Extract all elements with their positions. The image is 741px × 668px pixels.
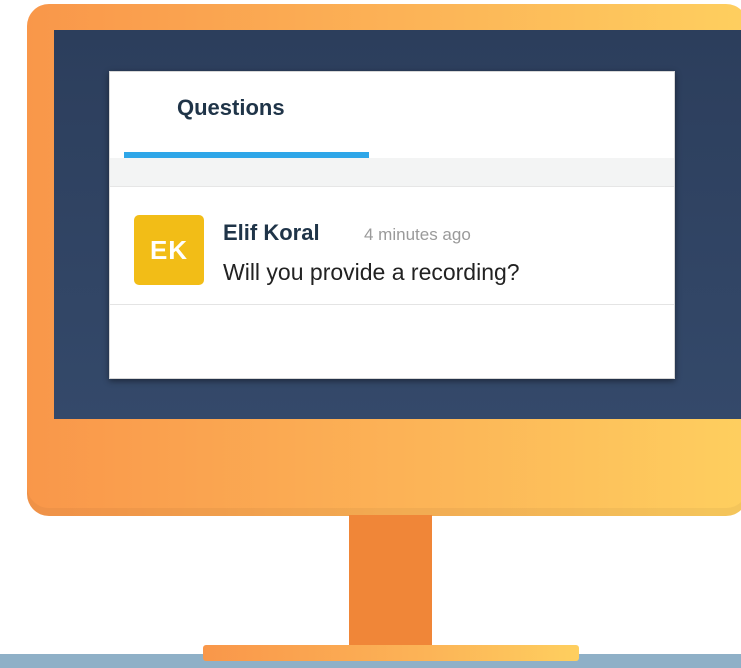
tab-bar: Questions <box>110 72 674 160</box>
tab-separator <box>110 158 674 187</box>
avatar-initials: EK <box>149 234 189 265</box>
monitor-stand-neck <box>349 515 432 649</box>
question-timestamp: 4 minutes ago <box>364 225 471 244</box>
monitor-stand-base <box>203 645 579 661</box>
question-item[interactable]: EK Elif Koral 4 minutes ago Will you pro… <box>110 187 674 305</box>
tab-questions[interactable]: Questions <box>124 72 369 160</box>
tab-questions-label: Questions <box>177 95 285 120</box>
question-author: Elif Koral <box>223 220 320 245</box>
questions-panel: Questions EK Elif Koral 4 minutes ago Wi… <box>109 71 675 379</box>
question-text: Will you provide a recording? <box>223 259 520 285</box>
avatar: EK <box>134 215 204 285</box>
